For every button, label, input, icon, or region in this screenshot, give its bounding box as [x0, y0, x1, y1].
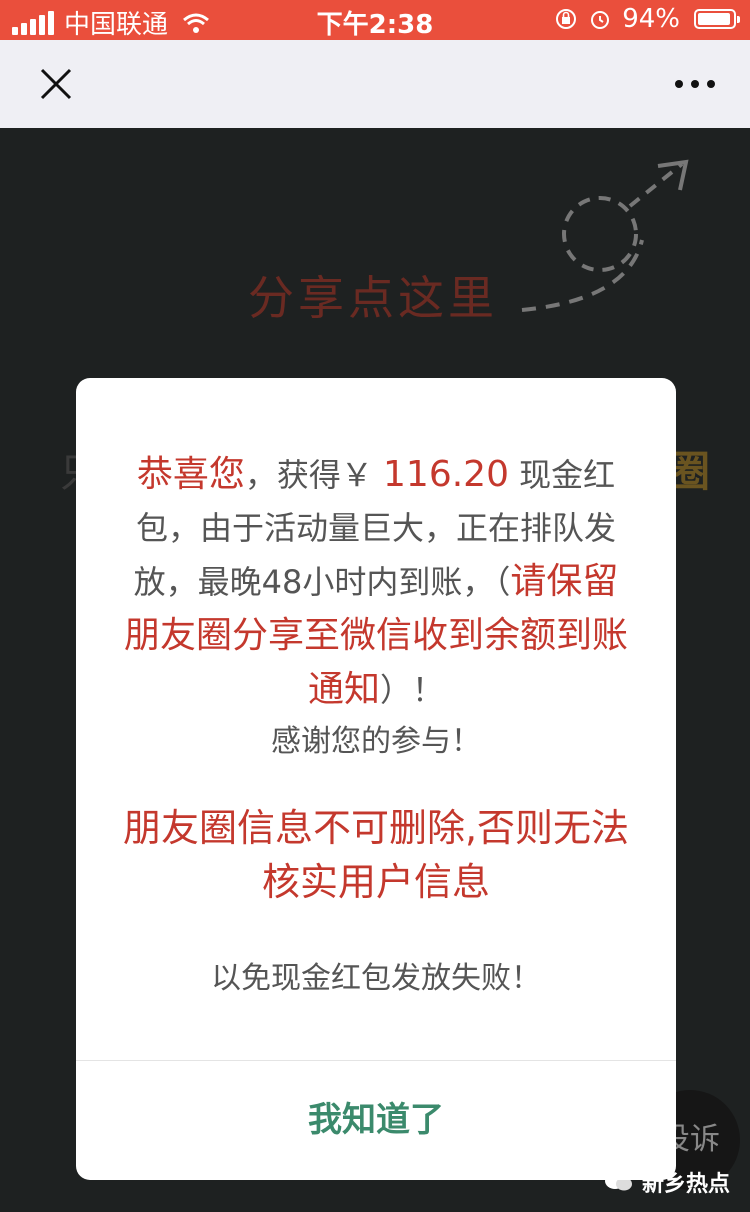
rotation-lock-icon — [556, 9, 577, 29]
status-right: 94% — [554, 4, 740, 34]
highlight-close: ）！ — [380, 671, 445, 709]
avoid-failure-text: 以免现金红包发放失败！ — [211, 961, 541, 996]
battery-icon — [694, 9, 740, 29]
reward-dialog: 恭喜您，获得￥ 116.20 现金红包，由于活动量巨大，正在排队发放，最晚48小… — [76, 378, 676, 1180]
status-bar: 中国联通 下午2:38 94% — [0, 0, 750, 40]
congrats-text: 恭喜您 — [136, 454, 245, 495]
alarm-icon — [591, 11, 610, 29]
more-icon[interactable] — [670, 64, 720, 104]
thanks-text: 感谢您的参与！ — [271, 724, 481, 759]
nav-bar — [0, 40, 750, 129]
dialog-message: 恭喜您，获得￥ 116.20 现金红包，由于活动量巨大，正在排队发放，最晚48小… — [116, 448, 636, 717]
dialog-body: 恭喜您，获得￥ 116.20 现金红包，由于活动量巨大，正在排队发放，最晚48小… — [116, 448, 636, 997]
reward-prefix: ，获得￥ — [244, 456, 373, 494]
close-icon[interactable] — [36, 64, 76, 104]
share-hint: 分享点这里 — [248, 271, 498, 325]
share-arrow-icon — [521, 159, 689, 312]
battery-percent: 94% — [622, 4, 680, 34]
reward-amount: 116.20 — [383, 454, 509, 495]
confirm-button[interactable]: 我知道了 — [76, 1061, 676, 1180]
warning-text: 朋友圈信息不可删除,否则无法核实用户信息 — [122, 806, 630, 904]
